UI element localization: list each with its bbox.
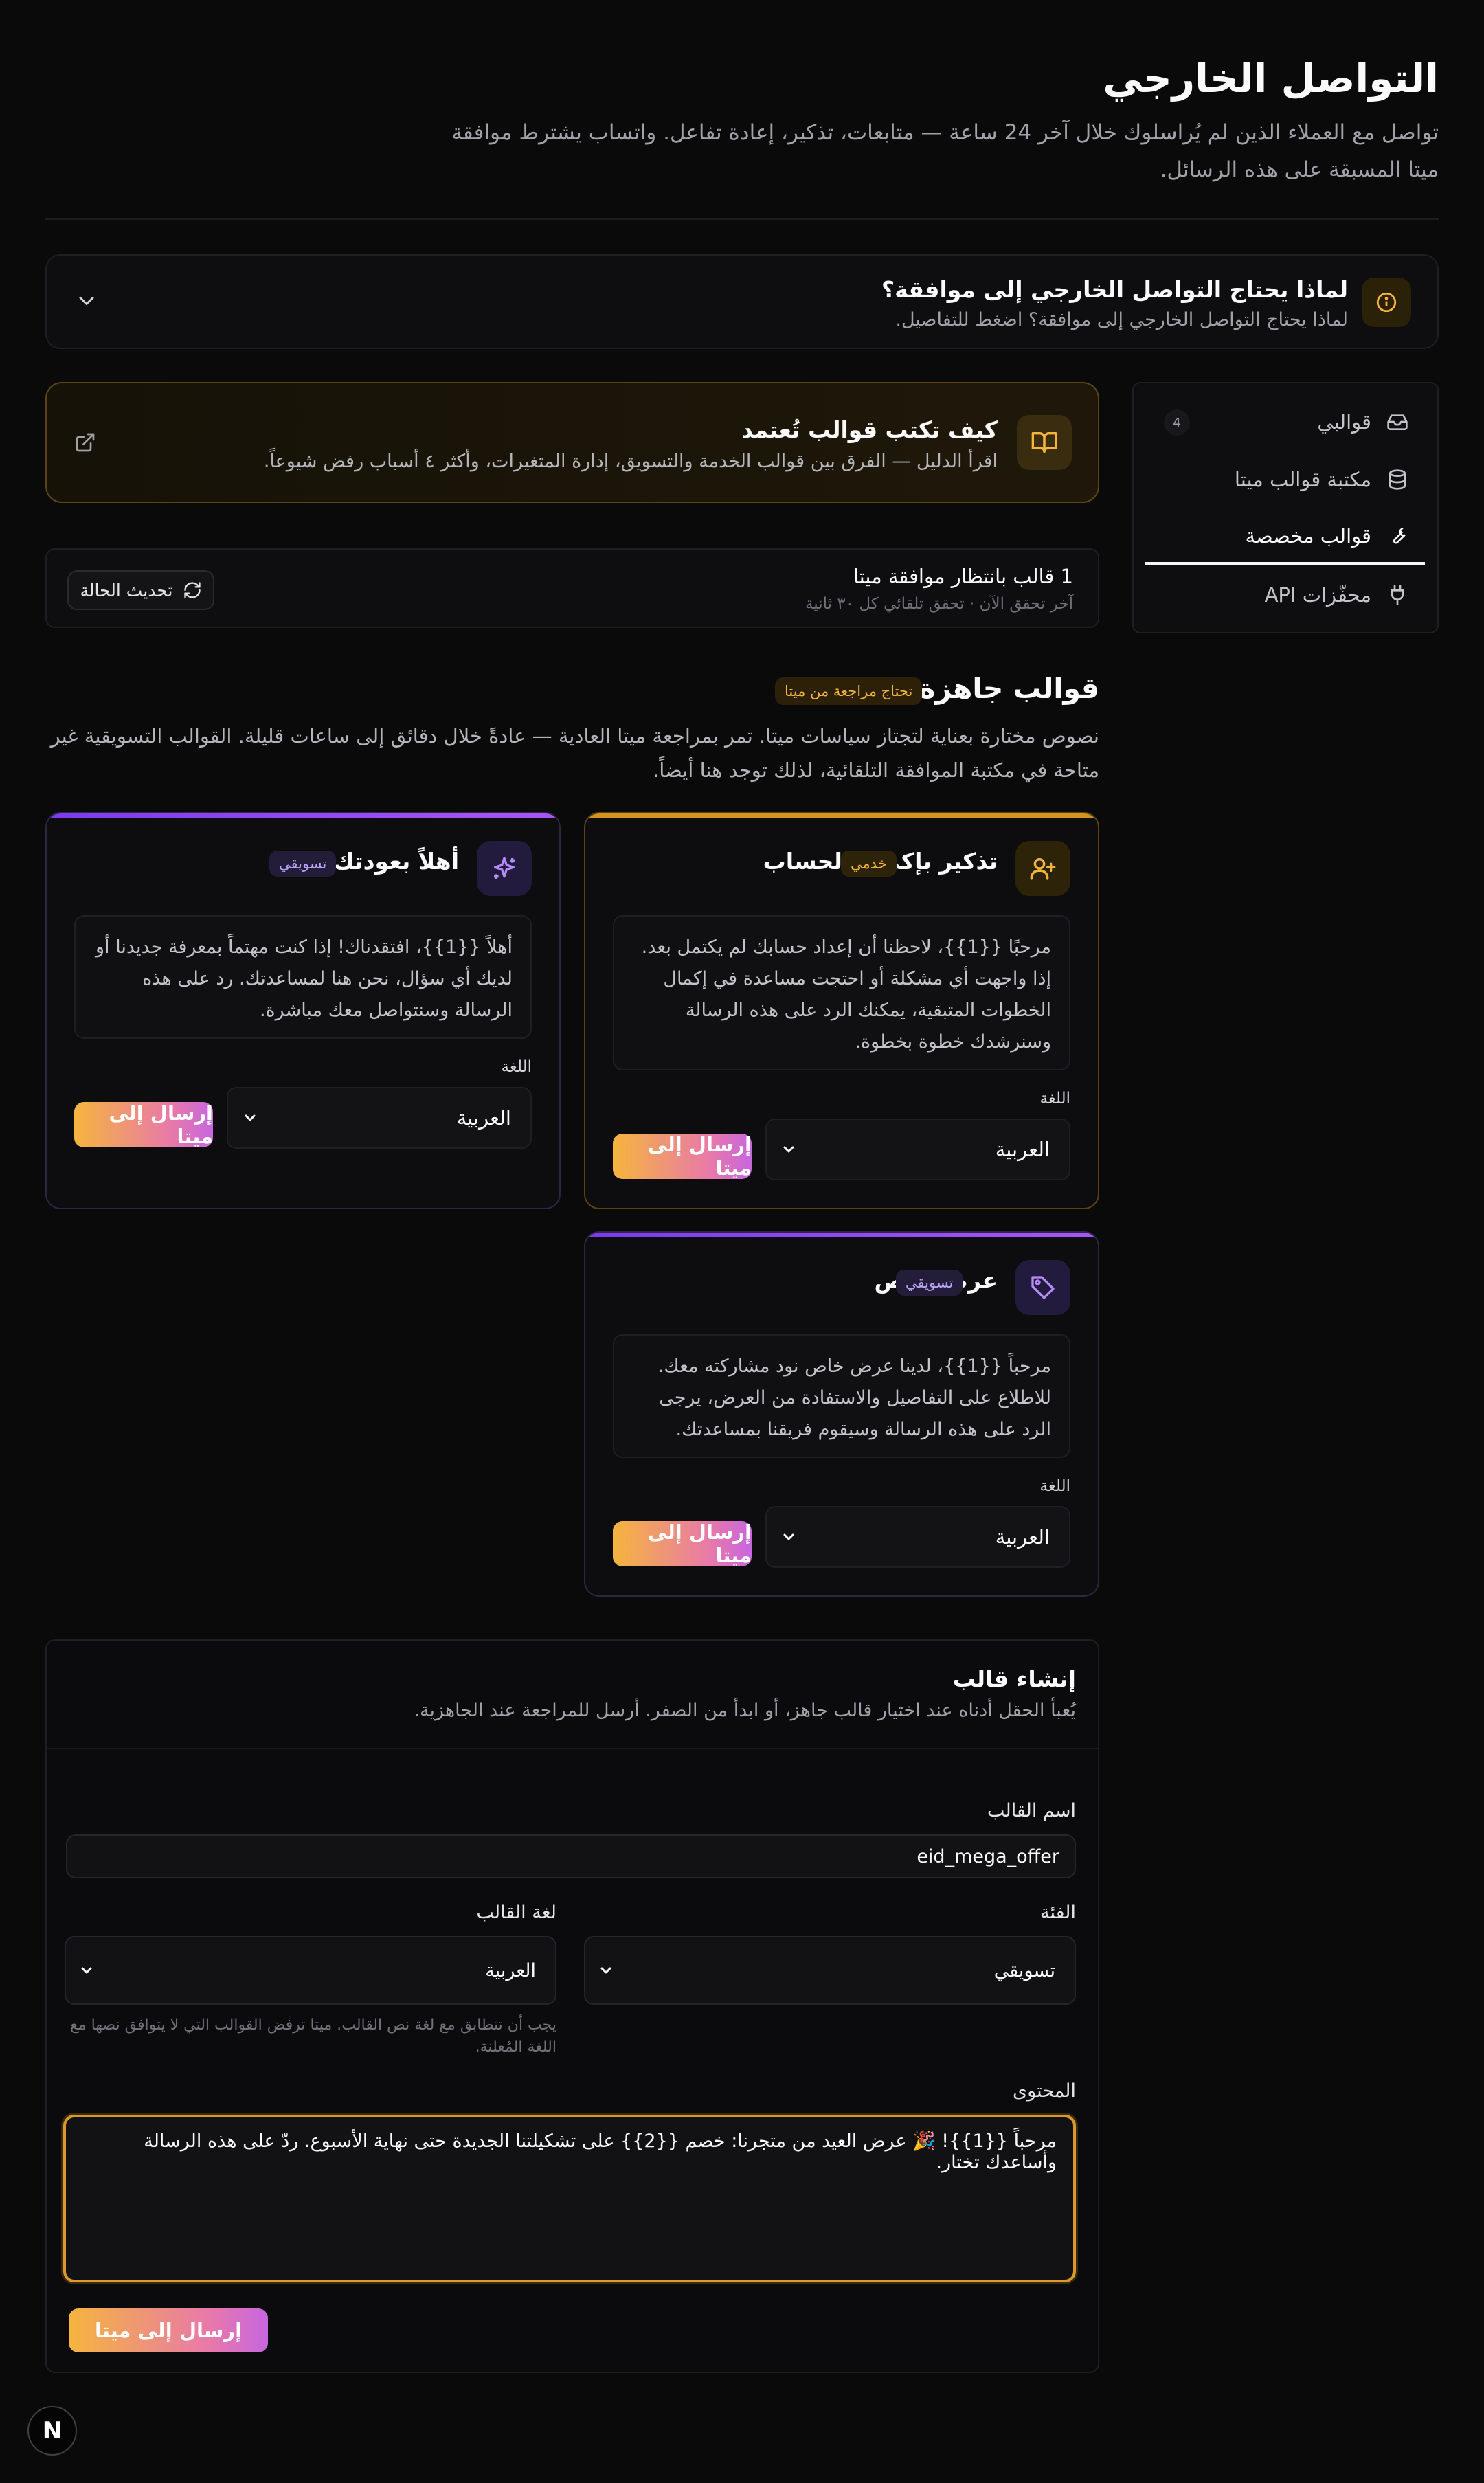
form-divider (47, 1748, 1098, 1749)
template-body-preview: أهلاً {{1}}، افتقدناك! إذا كنت مهتماً بم… (74, 915, 532, 1039)
template-language-select[interactable]: العربية (65, 1936, 556, 2005)
external-link-icon[interactable] (74, 431, 96, 453)
templates-sidebar: قوالبي 4 مكتبة قوالب ميتا قوالب مخصصة مح… (1132, 382, 1439, 633)
send-to-meta-button[interactable]: إرسال إلى ميتا (613, 1520, 752, 1567)
plug-icon (1386, 584, 1408, 606)
template-name-value: eid_mega_offer (917, 1845, 1059, 1867)
card-accent-line (585, 813, 1098, 818)
sparkles-icon (477, 841, 532, 896)
sidebar-item-label: مكتبة قوالب ميتا (1234, 468, 1371, 491)
template-card-account-reminder[interactable]: تذكير بإكمال الحساب خدمي مرحبًا {{1}}، ل… (584, 812, 1099, 1209)
consent-notice-accordion[interactable]: لماذا يحتاج التواصل الخارجي إلى موافقة؟ … (45, 254, 1439, 349)
pending-count-text: 1 قالب بانتظار موافقة ميتا (853, 565, 1073, 588)
language-label: اللغة (1039, 1477, 1070, 1495)
language-select[interactable]: العربية (227, 1087, 532, 1149)
template-name-label: اسم القالب (987, 1800, 1076, 1821)
chevron-down-icon (780, 1529, 797, 1545)
page-subtitle: تواصل مع العملاء الذين لم يُراسلوك خلال … (451, 120, 1439, 182)
guide-subtitle: اقرأ الدليل — الفرق بين قوالب الخدمة وال… (263, 451, 998, 472)
language-value: العربية (995, 1138, 1050, 1161)
create-send-to-meta-button[interactable]: إرسال إلى ميتا (69, 2308, 268, 2352)
template-name-input[interactable]: eid_mega_offer (66, 1834, 1076, 1878)
page-title: التواصل الخارجي (1103, 55, 1439, 102)
template-language-value: العربية (485, 1959, 536, 1981)
template-language-label: لغة القالب (476, 1902, 556, 1923)
notice-title: لماذا يحتاج التواصل الخارجي إلى موافقة؟ (881, 276, 1348, 303)
create-template-form: إنشاء قالب يُعبأ الحقل أدناه عند اختيار … (45, 1639, 1099, 2373)
category-badge: خدمي (841, 851, 897, 877)
category-label: الفئة (1039, 1902, 1076, 1923)
meta-review-badge: تحتاج مراجعة من ميتا (775, 677, 923, 705)
template-count-badge: 4 (1164, 409, 1190, 436)
database-icon (1386, 469, 1408, 491)
template-guide-banner[interactable]: كيف تكتب قوالب تُعتمد اقرأ الدليل — الفر… (45, 382, 1099, 503)
header-divider (45, 218, 1439, 220)
last-check-text: آخر تحقق الآن · تحقق تلقائي كل ٣٠ ثانية (805, 595, 1073, 613)
category-select[interactable]: تسويقي (584, 1936, 1076, 2005)
template-card-special-offer[interactable]: عرض خاص تسويقي مرحباً {{1}}، لدينا عرض خ… (584, 1231, 1099, 1597)
info-icon (1362, 278, 1411, 327)
refresh-status-button[interactable]: تحديث الحالة (67, 570, 214, 610)
sidebar-item-custom-templates[interactable]: قوالب مخصصة (1145, 510, 1425, 565)
create-template-subtitle: يُعبأ الحقل أدناه عند اختيار قالب جاهز، … (414, 1700, 1076, 1721)
user-plus-icon (1015, 841, 1070, 896)
content-label: المحتوى (1013, 2080, 1076, 2102)
language-value: العربية (995, 1525, 1050, 1549)
inbox-icon (1386, 411, 1408, 433)
card-accent-line (47, 813, 559, 818)
notice-subtitle: لماذا يحتاج التواصل الخارجي إلى موافقة؟ … (895, 309, 1348, 330)
language-label: اللغة (501, 1058, 532, 1076)
card-title: أهلاً بعودتك (333, 848, 460, 875)
category-badge: تسويقي (269, 851, 337, 877)
next-dev-badge[interactable]: N (27, 2406, 77, 2456)
ready-templates-description: نصوص مختارة بعناية لتجتاز سياسات ميتا. ت… (50, 724, 1099, 782)
language-select[interactable]: العربية (765, 1119, 1070, 1180)
template-body-preview: مرحباً {{1}}، لدينا عرض خاص نود مشاركته … (613, 1334, 1070, 1458)
refresh-label: تحديث الحالة (80, 580, 173, 600)
sidebar-item-label: قوالبي (1317, 410, 1371, 434)
chevron-down-icon (78, 1962, 95, 1979)
wrench-icon (1386, 525, 1408, 547)
content-textarea[interactable]: مرحباً {{1}}! 🎉 عرض العيد من متجرنا: خصم… (63, 2115, 1076, 2282)
sidebar-item-label: قوالب مخصصة (1245, 524, 1371, 548)
template-body-preview: مرحبًا {{1}}، لاحظنا أن إعداد حسابك لم ي… (613, 915, 1070, 1070)
template-card-welcome-back[interactable]: أهلاً بعودتك تسويقي أهلاً {{1}}، افتقدنا… (45, 812, 561, 1209)
guide-title: كيف تكتب قوالب تُعتمد (741, 416, 998, 443)
chevron-down-icon (780, 1141, 797, 1158)
sidebar-item-my-templates[interactable]: قوالبي 4 (1145, 394, 1425, 449)
chevron-down-icon (242, 1110, 258, 1126)
send-to-meta-button[interactable]: إرسال إلى ميتا (74, 1101, 213, 1148)
language-value: العربية (456, 1106, 511, 1130)
book-icon (1017, 415, 1072, 470)
sidebar-item-api-triggers[interactable]: محفّزات API (1145, 568, 1425, 622)
language-hint: يجب أن تتطابق مع لغة نص القالب. ميتا ترف… (70, 2016, 556, 2056)
create-template-title: إنشاء قالب (952, 1665, 1076, 1692)
ready-templates-heading: قوالب جاهزة (919, 672, 1099, 705)
card-accent-line (585, 1233, 1098, 1237)
sidebar-item-meta-library[interactable]: مكتبة قوالب ميتا (1145, 452, 1425, 507)
tag-icon (1015, 1260, 1070, 1315)
category-value: تسويقي (993, 1959, 1055, 1981)
chevron-down-icon (598, 1962, 614, 1979)
send-to-meta-button[interactable]: إرسال إلى ميتا (613, 1133, 752, 1180)
language-select[interactable]: العربية (765, 1506, 1070, 1568)
sidebar-item-label: محفّزات API (1264, 583, 1371, 607)
chevron-down-icon[interactable] (74, 289, 99, 313)
refresh-icon (183, 581, 202, 600)
pending-approval-status: 1 قالب بانتظار موافقة ميتا آخر تحقق الآن… (45, 548, 1099, 628)
category-badge: تسويقي (896, 1270, 963, 1296)
language-label: اللغة (1039, 1090, 1070, 1108)
